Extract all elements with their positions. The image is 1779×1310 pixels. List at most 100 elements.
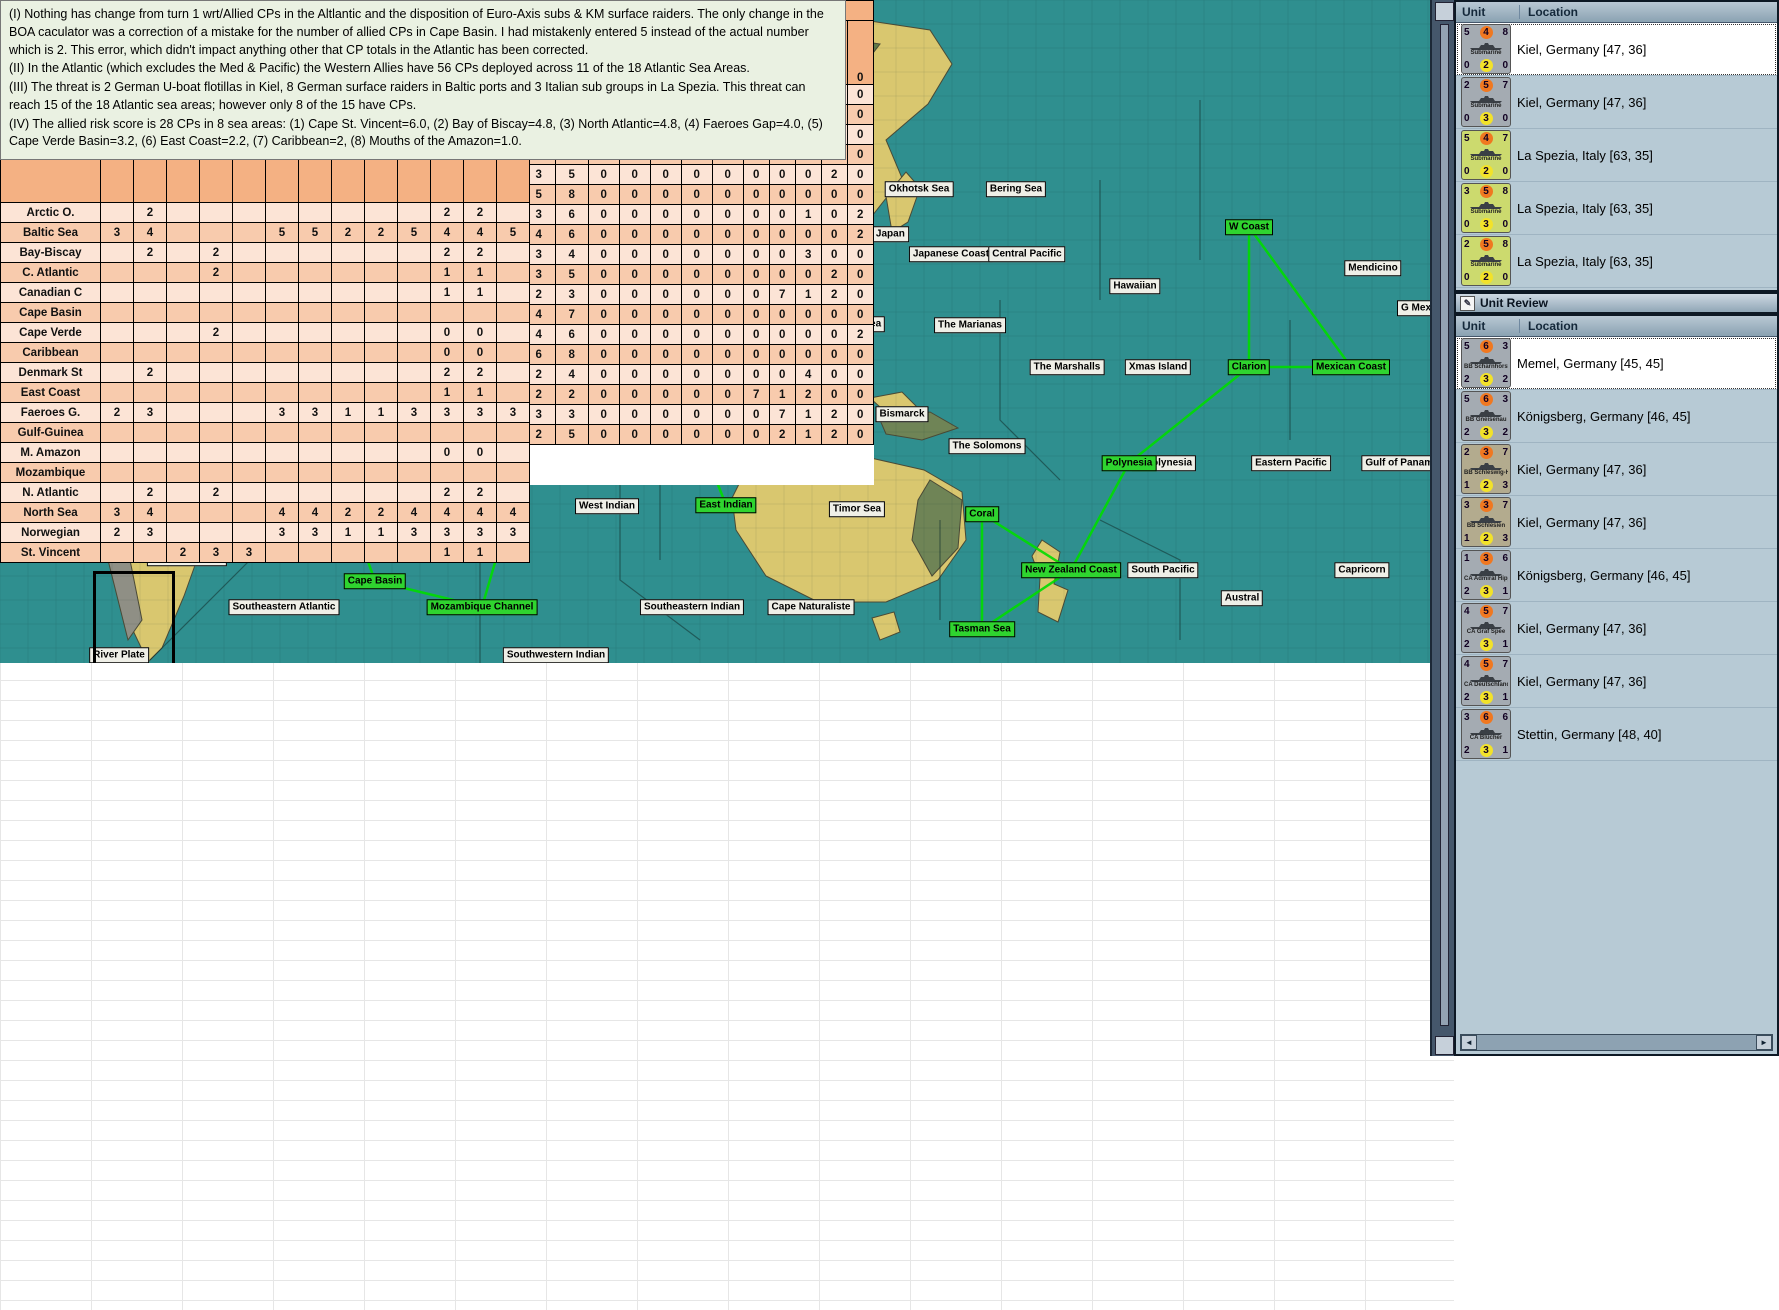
grid-cell[interactable] — [199, 522, 233, 543]
grid-cell[interactable] — [331, 442, 365, 463]
grid-cell[interactable]: 6 — [554, 324, 589, 345]
grid-cell[interactable] — [133, 542, 167, 563]
grid-cell[interactable] — [100, 342, 134, 363]
grid-cell[interactable] — [166, 442, 200, 463]
grid-cell[interactable] — [496, 242, 530, 263]
grid-cell[interactable]: 0 — [820, 204, 848, 225]
grid-cell[interactable] — [397, 442, 431, 463]
map-zone-label[interactable]: Timor Sea — [828, 501, 886, 517]
unit-list-item[interactable]: 4 5 7 CA Graf Spee 2 3 1 Kiel, Germany [47, 36] — [1456, 602, 1777, 655]
grid-cell[interactable]: 5 — [397, 222, 431, 243]
grid-cell[interactable]: 0 — [680, 184, 713, 205]
grid-cell[interactable]: 0 — [711, 284, 744, 305]
grid-cell[interactable]: 0 — [680, 404, 713, 425]
grid-cell[interactable]: 2 — [133, 362, 167, 383]
grid-cell[interactable]: 2 — [820, 164, 848, 185]
grid-cell[interactable] — [298, 382, 332, 403]
grid-cell[interactable] — [265, 362, 299, 383]
unit-review-titlebar[interactable]: ✎ Unit Review — [1454, 292, 1779, 314]
grid-cell[interactable] — [265, 442, 299, 463]
range-header[interactable]: 0 — [846, 20, 874, 85]
grid-cell[interactable]: 0 — [768, 324, 796, 345]
grid-cell[interactable] — [100, 242, 134, 263]
grid-cell[interactable] — [364, 542, 398, 563]
unit-list-item[interactable]: 5 4 8 Submarine 0 2 0 Kiel, Germany [47, 36] — [1456, 23, 1777, 76]
grid-cell[interactable] — [199, 282, 233, 303]
grid-cell[interactable] — [397, 342, 431, 363]
grid-cell[interactable]: 3 — [199, 542, 233, 563]
grid-cell[interactable] — [331, 202, 365, 223]
grid-cell[interactable]: 0 — [820, 344, 848, 365]
horizontal-scrollbar[interactable]: ◄ ► — [1460, 1034, 1773, 1051]
grid-cell[interactable] — [331, 462, 365, 483]
grid-cell[interactable] — [265, 302, 299, 323]
grid-cell[interactable]: 0 — [846, 184, 874, 205]
grid-cell[interactable] — [298, 262, 332, 283]
grid-cell[interactable]: 0 — [820, 304, 848, 325]
grid-cell[interactable]: 0 — [711, 364, 744, 385]
grid-cell[interactable]: 0 — [587, 164, 620, 185]
grid-cell[interactable] — [166, 522, 200, 543]
grid-cell[interactable]: 7 — [768, 404, 796, 425]
grid-cell[interactable] — [166, 342, 200, 363]
grid-cell[interactable] — [298, 282, 332, 303]
grid-cell[interactable] — [298, 462, 332, 483]
grid-cell[interactable]: 0 — [587, 364, 620, 385]
grid-cell[interactable]: 1 — [430, 262, 464, 283]
map-sea-area-label[interactable]: Cape Basin — [343, 573, 407, 589]
grid-cell[interactable] — [463, 462, 497, 483]
grid-cell[interactable]: 0 — [742, 304, 770, 325]
grid-cell[interactable] — [496, 262, 530, 283]
grid-cell[interactable]: 3 — [100, 502, 134, 523]
grid-cell[interactable] — [496, 322, 530, 343]
grid-cell[interactable]: 4 — [298, 502, 332, 523]
grid-cell[interactable]: 2 — [364, 502, 398, 523]
grid-cell[interactable]: 8 — [554, 184, 589, 205]
grid-cell[interactable] — [199, 502, 233, 523]
sea-area-cell[interactable]: Bay-Biscay — [0, 242, 101, 263]
map-zone-label[interactable]: Austral — [1220, 590, 1264, 606]
grid-cell[interactable] — [331, 422, 365, 443]
grid-cell[interactable]: 0 — [587, 344, 620, 365]
grid-cell[interactable]: 0 — [649, 204, 682, 225]
grid-cell[interactable] — [199, 422, 233, 443]
grid-cell[interactable]: 0 — [649, 344, 682, 365]
grid-cell[interactable] — [364, 382, 398, 403]
grid-cell[interactable] — [331, 482, 365, 503]
grid-cell[interactable] — [100, 362, 134, 383]
grid-cell[interactable]: 0 — [463, 442, 497, 463]
grid-cell[interactable] — [133, 342, 167, 363]
grid-cell[interactable] — [298, 482, 332, 503]
grid-cell[interactable] — [364, 322, 398, 343]
grid-cell[interactable]: 3 — [794, 244, 822, 265]
grid-cell[interactable] — [166, 322, 200, 343]
grid-cell[interactable]: 0 — [711, 424, 744, 445]
map-sea-area-label[interactable]: Tasman Sea — [949, 621, 1015, 637]
grid-cell[interactable] — [298, 422, 332, 443]
grid-cell[interactable] — [331, 342, 365, 363]
grid-cell[interactable]: 0 — [846, 364, 874, 385]
grid-cell[interactable] — [430, 302, 464, 323]
grid-cell[interactable]: 4 — [265, 502, 299, 523]
map-sea-area-label[interactable]: East Indian — [695, 497, 757, 513]
map-sea-area-label[interactable]: W Coast — [1225, 219, 1273, 235]
map-zone-label[interactable]: Central Pacific — [988, 246, 1066, 262]
grid-cell[interactable]: 0 — [430, 442, 464, 463]
grid-cell[interactable] — [496, 202, 530, 223]
grid-cell[interactable] — [364, 362, 398, 383]
grid-cell[interactable] — [232, 482, 266, 503]
map-zone-label[interactable]: Bismarck — [875, 406, 929, 422]
grid-cell[interactable] — [397, 362, 431, 383]
grid-cell[interactable] — [298, 322, 332, 343]
grid-cell[interactable]: 2 — [166, 542, 200, 563]
grid-cell[interactable]: 0 — [618, 264, 651, 285]
grid-cell[interactable]: 3 — [133, 402, 167, 423]
grid-cell[interactable]: 0 — [649, 244, 682, 265]
grid-cell[interactable] — [430, 422, 464, 443]
grid-cell[interactable] — [397, 282, 431, 303]
grid-cell[interactable]: 0 — [649, 424, 682, 445]
grid-cell[interactable]: 0 — [711, 344, 744, 365]
grid-cell[interactable] — [166, 242, 200, 263]
grid-cell[interactable] — [133, 322, 167, 343]
grid-cell[interactable] — [232, 502, 266, 523]
